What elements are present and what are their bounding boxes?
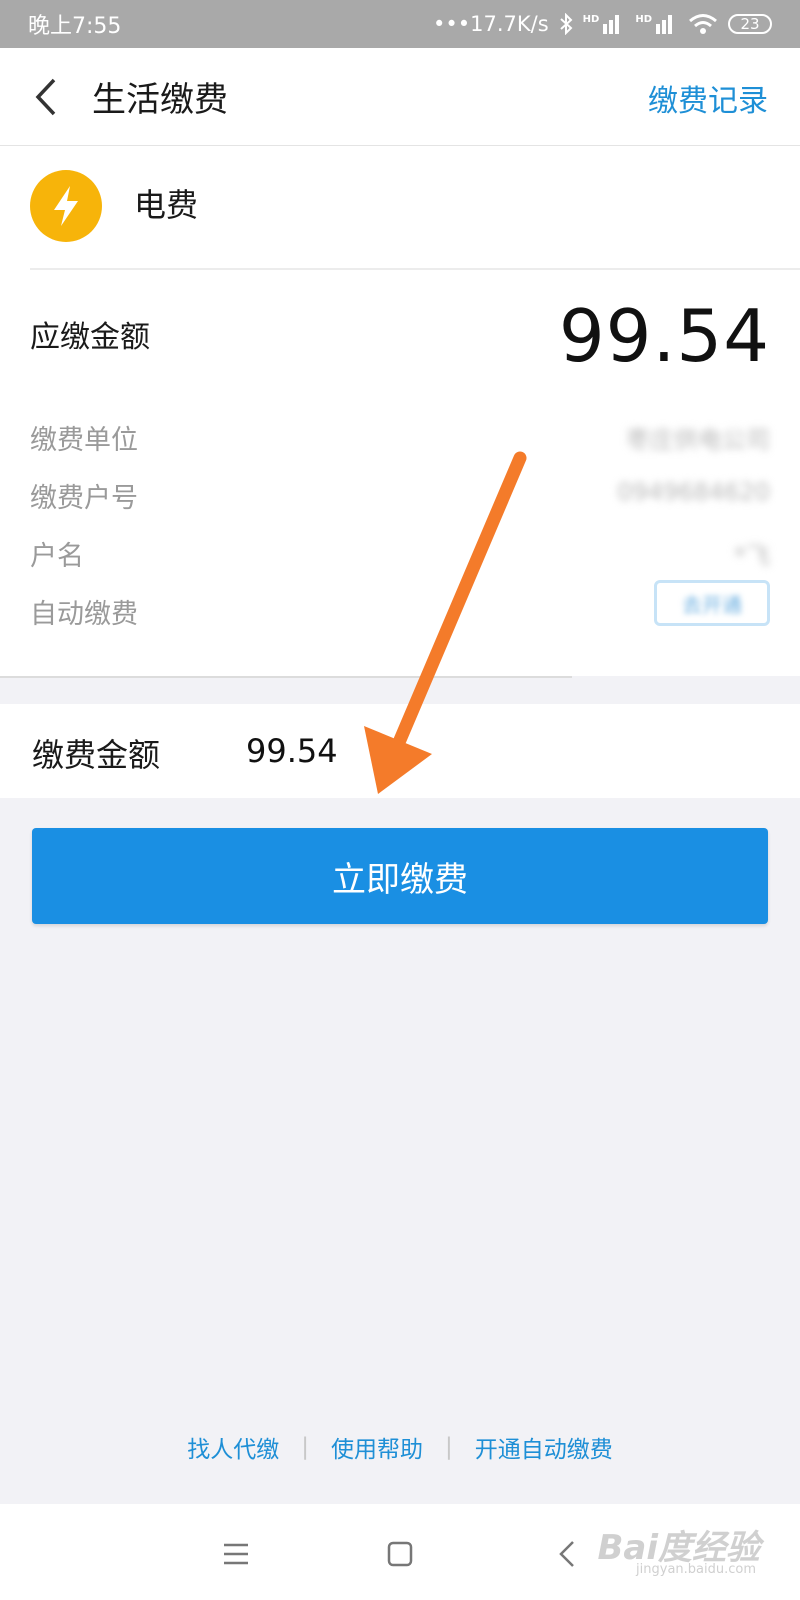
info-row-name: 户名 *飞 [30,534,770,574]
home-square-icon [387,1541,413,1567]
info-row-company: 缴费单位 枣庄供电公司 [30,418,770,458]
status-time: 晚上7:55 [28,14,122,39]
bill-type: 电费 [134,186,199,224]
footer-links: 找人代缴 | 使用帮助 | 开通自动缴费 [0,1430,800,1464]
link-separator: | [445,1434,453,1460]
electricity-logo [30,170,102,242]
nav-bar: 生活缴费 缴费记录 [0,48,800,146]
payment-amount-row: 缴费金额 [0,704,800,798]
info-value-blurred: 枣庄供电公司 [626,426,770,454]
info-row-autopay: 自动缴费 去开通 [30,580,770,632]
proxy-pay-link[interactable]: 找人代缴 [187,1430,279,1464]
page-title: 生活缴费 [92,80,228,120]
menu-icon [224,1543,248,1565]
pay-now-button[interactable]: 立即缴费 [32,828,768,924]
lightning-icon [54,186,78,226]
signal-icon-sim1: HD [583,14,626,34]
back-triangle-icon [559,1541,574,1567]
info-value-blurred: 0949684620 [617,478,770,506]
payment-amount-label: 缴费金额 [32,736,161,774]
system-back-button[interactable] [548,1534,588,1574]
menu-button[interactable] [216,1534,256,1574]
divider [30,268,800,270]
info-row-account: 缴费户号 0949684620 [30,476,770,516]
signal-icon-sim2: HD [635,14,678,34]
due-amount-label: 应缴金额 [30,320,150,355]
home-button[interactable] [380,1534,420,1574]
network-speed: •••17.7K/s [432,12,549,36]
battery-indicator: 23 [728,14,772,34]
autopay-button[interactable]: 去开通 [654,580,770,626]
divider [0,676,572,678]
payment-records-link[interactable]: 缴费记录 [648,76,768,120]
chevron-left-icon [35,78,56,116]
status-bar: 晚上7:55 •••17.7K/s HD HD 23 [0,0,800,48]
info-label: 缴费户号 [30,483,138,514]
info-label: 自动缴费 [30,599,138,630]
back-button[interactable] [30,74,70,120]
autopay-button-label: 去开通 [682,592,742,617]
status-indicators: •••17.7K/s HD HD 23 [433,12,772,36]
bill-card: 电费 应缴金额 99.54 缴费单位 枣庄供电公司 缴费户号 094968462… [0,146,800,676]
help-link[interactable]: 使用帮助 [331,1430,423,1464]
watermark-url: jingyan.baidu.com [636,1562,756,1577]
info-value-blurred: *飞 [734,542,770,570]
info-label: 缴费单位 [30,425,138,456]
bluetooth-icon [559,13,573,35]
link-separator: | [301,1434,309,1460]
wifi-icon [689,14,717,34]
info-label: 户名 [30,541,84,572]
payment-amount-input[interactable] [246,728,646,774]
enable-autopay-link[interactable]: 开通自动缴费 [475,1430,613,1464]
due-amount: 99.54 [558,294,770,378]
